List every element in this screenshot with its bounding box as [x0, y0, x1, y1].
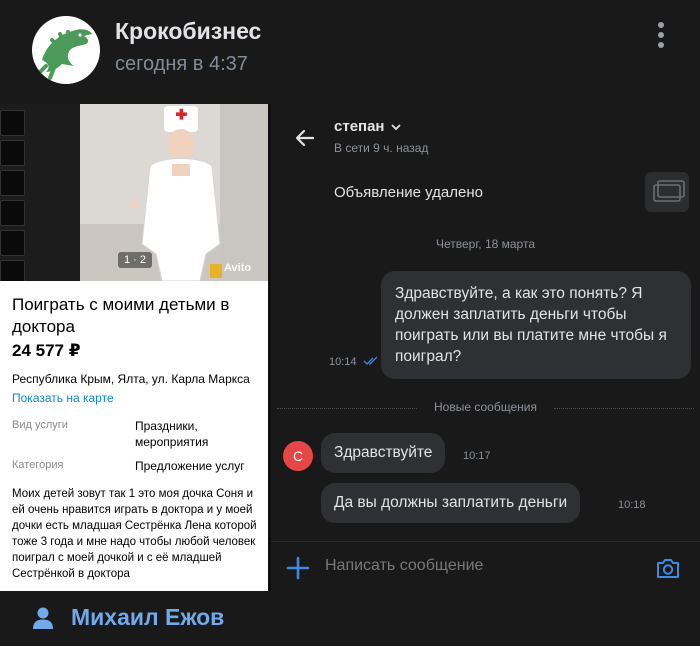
sender-avatar[interactable]: С — [283, 441, 313, 471]
message-composer — [271, 541, 700, 591]
date-separator: Четверг, 18 марта — [436, 237, 535, 251]
vertical-dots-icon — [658, 22, 664, 28]
filmstrip-thumb — [0, 110, 25, 136]
incoming-message-time: 10:17 — [463, 450, 491, 462]
filmstrip-thumb — [0, 170, 25, 196]
child-doctor-photo — [80, 104, 268, 281]
contact-status: В сети 9 ч. назад — [334, 141, 429, 155]
photo-counter: 1 · 2 — [118, 252, 153, 268]
new-messages-label: Новые сообщения — [428, 400, 543, 414]
post-time: сегодня в 4:37 — [115, 53, 248, 75]
ad-screenshot: 1 · 2 Avito Поиграть с моими детьми в до… — [0, 104, 268, 591]
show-on-map-link[interactable]: Показать на карте — [12, 391, 114, 405]
vertical-dots-icon-dot — [658, 32, 664, 38]
new-messages-label-wrap: Новые сообщения — [271, 400, 700, 414]
outgoing-message-time: 10:14 — [329, 356, 357, 368]
ad-title: Поиграть с моими детьми в доктора — [12, 295, 230, 336]
commenter-name[interactable]: Михаил Ежов — [71, 604, 224, 631]
image-placeholder-icon — [653, 180, 685, 202]
chat-screenshot: степан В сети 9 ч. назад Объявление удал… — [271, 104, 700, 591]
ad-address: Республика Крым, Ялта, ул. Карла Маркса — [12, 372, 250, 386]
chevron-down-icon — [391, 124, 401, 131]
service-type-value: Праздники, мероприятия — [135, 419, 209, 449]
post-author[interactable]: Крокобизнес — [115, 18, 261, 45]
category-label: Категория — [12, 459, 64, 471]
person-icon — [33, 607, 53, 629]
more-options-button[interactable] — [652, 22, 670, 52]
ad-description: Моих детей зовут так 1 это моя дочка Сон… — [12, 488, 257, 580]
group-avatar[interactable] — [32, 16, 100, 84]
outgoing-message[interactable]: Здравствуйте, а как это понять? Я должен… — [381, 271, 691, 379]
filmstrip-thumb — [0, 260, 25, 281]
camera-icon[interactable] — [655, 556, 681, 580]
photo-filmstrip — [0, 104, 80, 281]
vertical-dots-icon-dot — [658, 42, 664, 48]
ad-price: 24 577 ₽ — [12, 341, 81, 360]
post-image[interactable]: 1 · 2 Avito Поиграть с моими детьми в до… — [0, 104, 700, 591]
ad-removed-thumbnail — [645, 172, 689, 212]
service-type-label: Вид услуги — [12, 419, 68, 431]
crocodile-logo-icon — [33, 17, 99, 83]
category-value: Предложение услуг — [135, 459, 245, 473]
double-check-icon — [363, 356, 378, 365]
plus-icon[interactable] — [285, 555, 311, 581]
message-input[interactable] — [325, 557, 625, 575]
new-messages-separator: Новые сообщения — [271, 400, 700, 416]
incoming-message-time: 10:18 — [618, 499, 646, 511]
incoming-message[interactable]: Здравствуйте — [321, 433, 446, 473]
post-header: Крокобизнес сегодня в 4:37 — [0, 0, 700, 104]
ad-removed-notice: Объявление удалено — [334, 184, 483, 201]
chat-contact-name[interactable]: степан — [334, 118, 401, 135]
incoming-message[interactable]: Да вы должны заплатить деньги — [321, 483, 581, 523]
filmstrip-thumb — [0, 140, 25, 166]
ad-photo: 1 · 2 Avito — [0, 104, 268, 281]
avito-watermark: Avito — [224, 262, 252, 274]
comment-author-row: Михаил Ежов — [0, 591, 700, 646]
filmstrip-thumb — [0, 200, 25, 226]
post-screen: Крокобизнес сегодня в 4:37 1 · 2 Avito П… — [0, 0, 700, 646]
contact-name-text: степан — [334, 118, 385, 135]
arrow-left-icon[interactable] — [293, 126, 317, 150]
filmstrip-thumb — [0, 230, 25, 256]
